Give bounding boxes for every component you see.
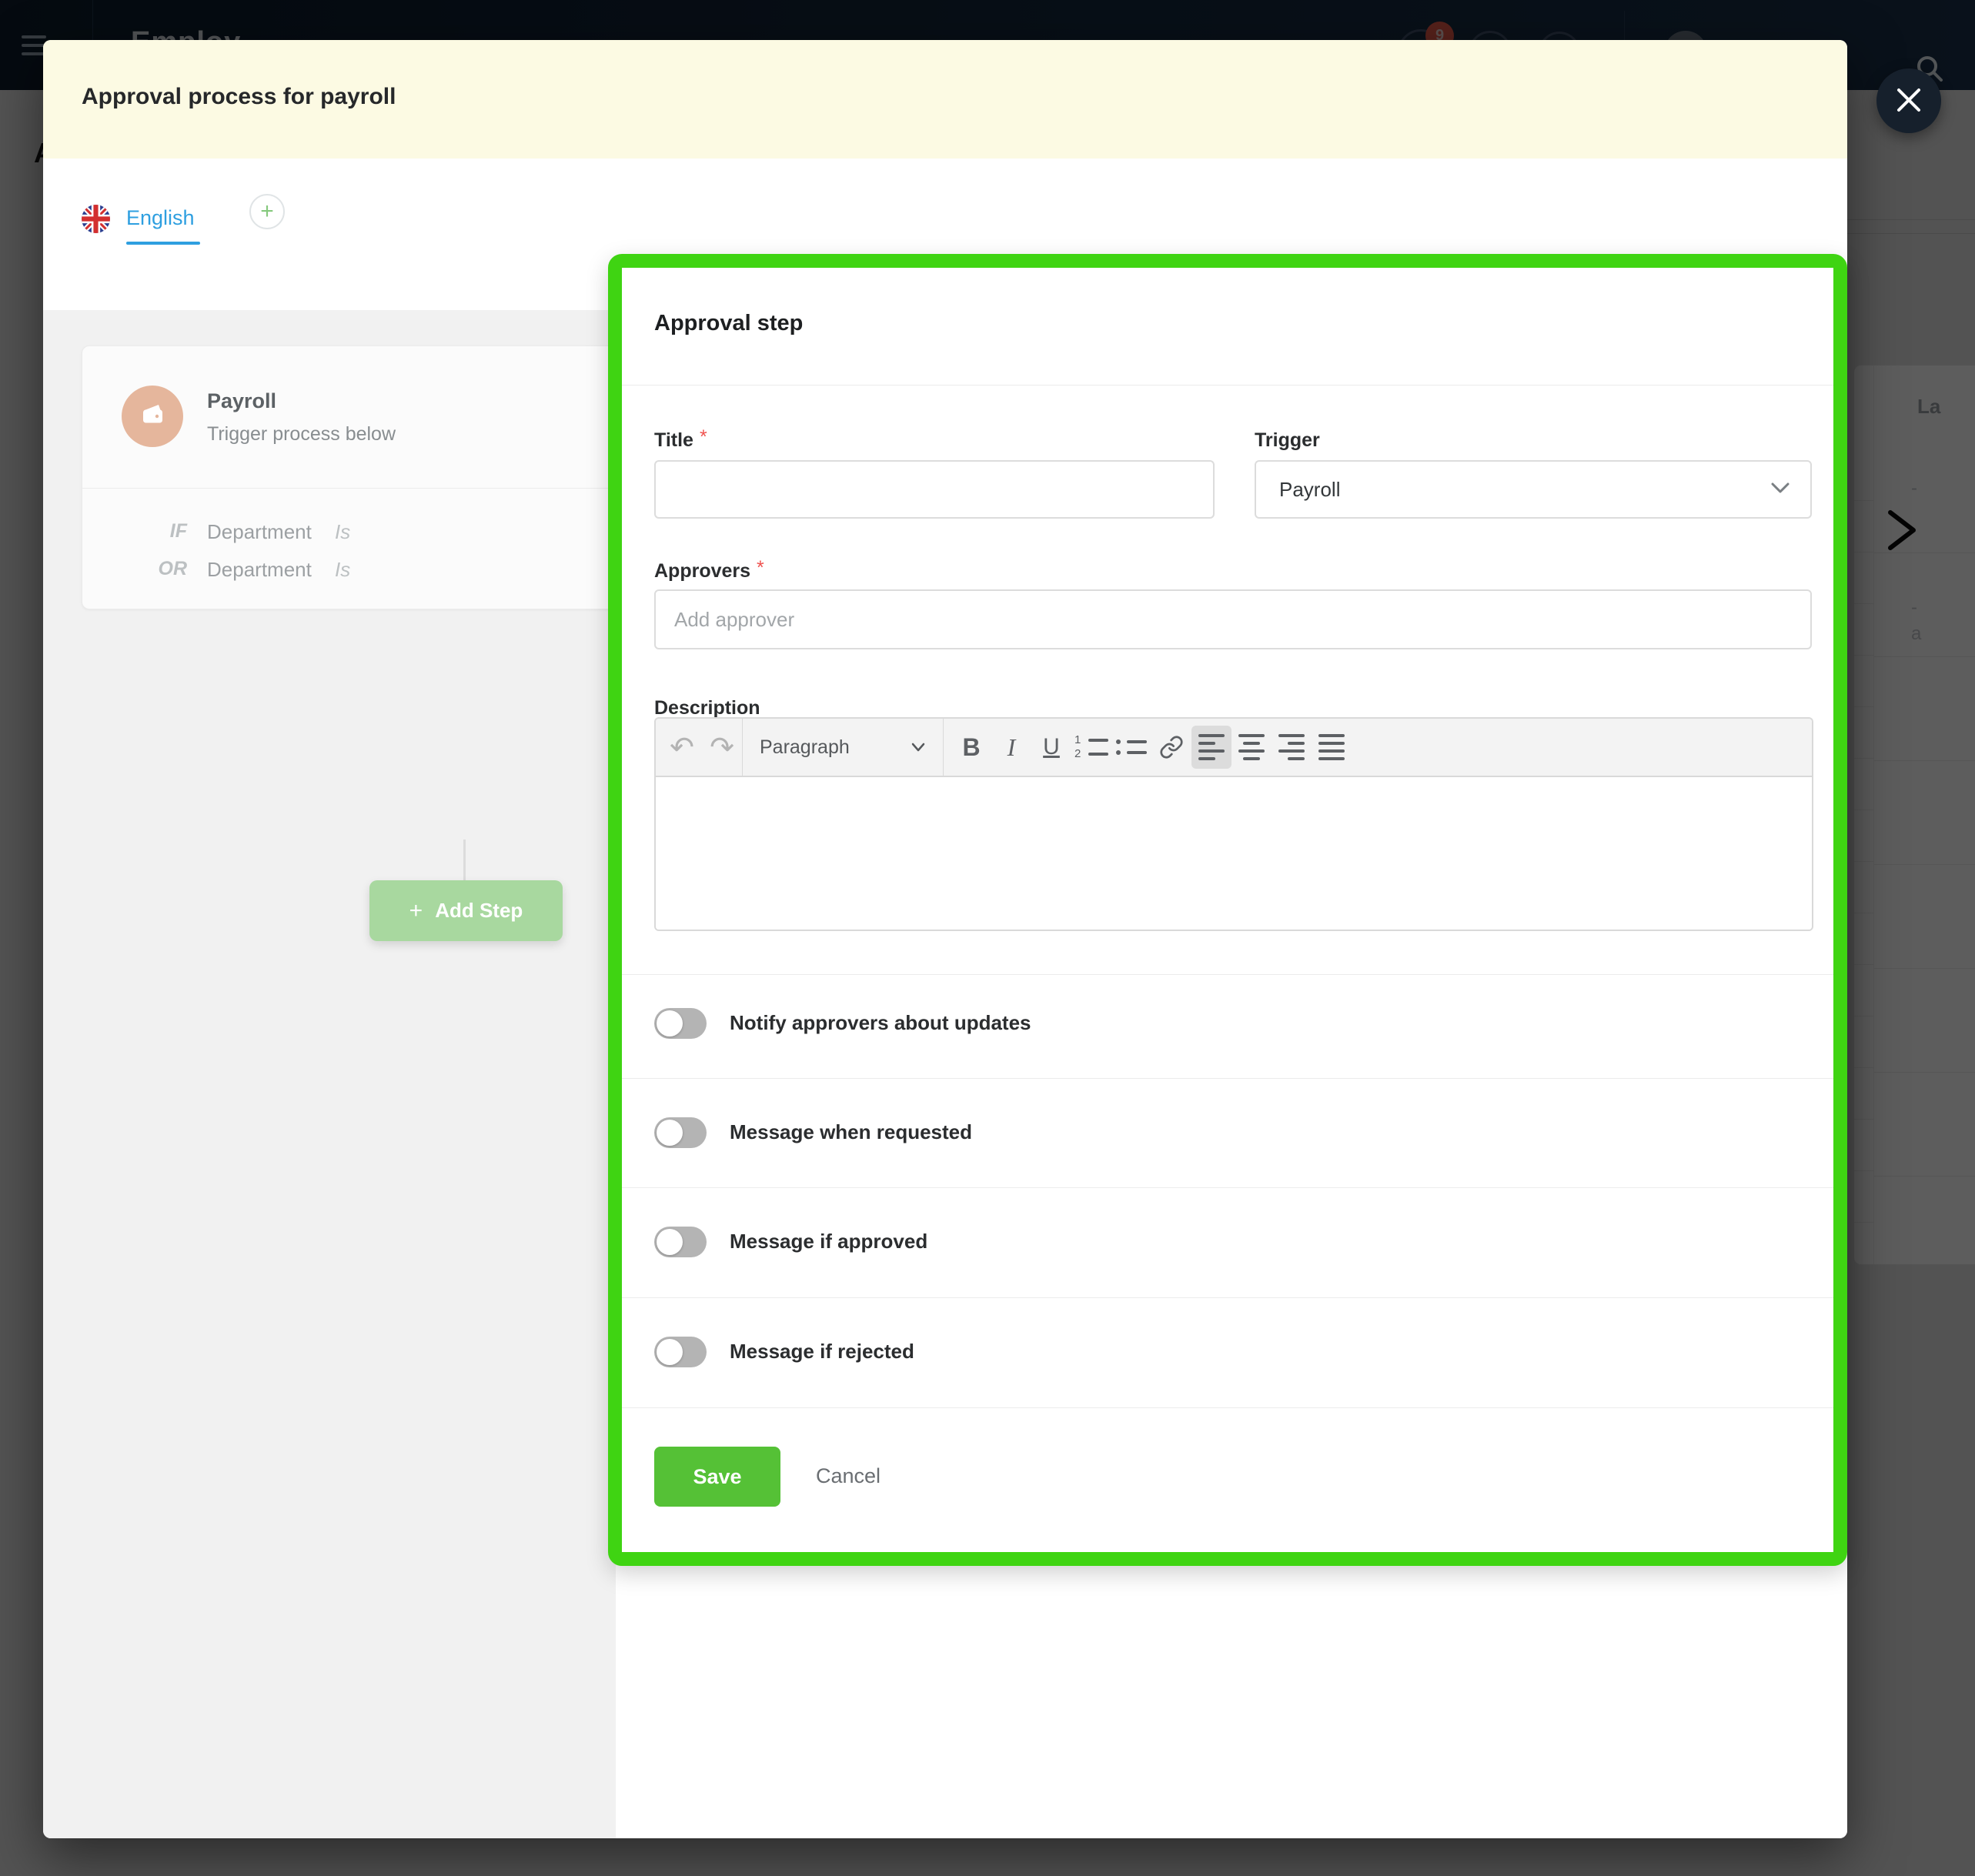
uk-flag-icon bbox=[82, 205, 110, 233]
description-editor: ↶ ↷ Paragraph B I U 1 2 bbox=[654, 717, 1813, 931]
divider bbox=[622, 385, 1833, 386]
panel-heading: Approval step bbox=[654, 311, 803, 336]
approval-step-panel: Approval step Title* Trigger Payroll App… bbox=[608, 254, 1847, 1566]
title-label: Title* bbox=[654, 429, 707, 452]
paragraph-style-dropdown[interactable]: Paragraph bbox=[743, 726, 943, 769]
bold-icon[interactable]: B bbox=[951, 726, 991, 769]
align-right-icon[interactable] bbox=[1272, 726, 1312, 769]
condition-field: Department bbox=[207, 558, 312, 582]
rich-text-toolbar: ↶ ↷ Paragraph B I U 1 2 bbox=[656, 719, 1812, 777]
message-if-approved-toggle[interactable] bbox=[654, 1227, 707, 1257]
description-label: Description bbox=[654, 697, 760, 719]
ordered-list-icon[interactable]: 1 2 bbox=[1071, 726, 1111, 769]
italic-icon[interactable]: I bbox=[991, 726, 1031, 769]
redo-icon[interactable]: ↷ bbox=[702, 726, 742, 769]
chevron-down-icon bbox=[911, 742, 926, 753]
trigger-card-title: Payroll bbox=[207, 389, 276, 413]
flow-connector-line bbox=[463, 840, 466, 880]
notify-approvers-toggle[interactable] bbox=[654, 1008, 707, 1039]
plus-icon: + bbox=[409, 898, 423, 924]
toggle-label: Message when requested bbox=[730, 1120, 972, 1144]
payroll-trigger-circle bbox=[122, 386, 183, 447]
close-icon bbox=[1894, 85, 1923, 117]
wallet-icon bbox=[137, 399, 168, 434]
title-input[interactable] bbox=[654, 460, 1215, 519]
condition-prefix: IF bbox=[82, 520, 187, 542]
modal-header: Approval process for payroll bbox=[43, 40, 1847, 159]
link-icon[interactable] bbox=[1151, 726, 1191, 769]
trigger-card-subtitle: Trigger process below bbox=[207, 423, 396, 446]
divider bbox=[622, 1297, 1833, 1298]
add-step-label: Add Step bbox=[435, 899, 523, 923]
divider bbox=[622, 1407, 1833, 1408]
process-canvas: Payroll Trigger process below IF Departm… bbox=[43, 310, 616, 1838]
bullet-list-icon[interactable] bbox=[1111, 726, 1151, 769]
underline-icon[interactable]: U bbox=[1031, 726, 1071, 769]
condition-row: OR Department Is bbox=[82, 558, 620, 586]
required-asterisk: * bbox=[700, 426, 707, 448]
approvers-input[interactable] bbox=[654, 589, 1812, 649]
screen: Employ 9 Approval La - - a bbox=[0, 0, 1975, 1876]
align-left-icon[interactable] bbox=[1191, 726, 1231, 769]
toggle-label: Message if approved bbox=[730, 1230, 927, 1253]
divider bbox=[622, 1187, 1833, 1188]
toggle-label: Notify approvers about updates bbox=[730, 1011, 1031, 1035]
trigger-label: Trigger bbox=[1255, 429, 1320, 452]
align-justify-icon[interactable] bbox=[1312, 726, 1352, 769]
message-if-rejected-toggle[interactable] bbox=[654, 1337, 707, 1367]
active-tab-indicator bbox=[126, 242, 200, 245]
divider bbox=[622, 1078, 1833, 1079]
close-button[interactable] bbox=[1876, 68, 1941, 133]
condition-field: Department bbox=[207, 520, 312, 544]
required-asterisk: * bbox=[757, 557, 764, 579]
toggle-label: Message if rejected bbox=[730, 1340, 914, 1364]
divider bbox=[82, 488, 620, 489]
add-step-button[interactable]: + Add Step bbox=[369, 880, 563, 941]
message-when-requested-toggle[interactable] bbox=[654, 1117, 707, 1148]
condition-prefix: OR bbox=[82, 558, 187, 580]
toolbar-divider bbox=[943, 718, 944, 776]
modal-title: Approval process for payroll bbox=[82, 84, 396, 110]
approvers-label: Approvers* bbox=[654, 560, 764, 582]
add-language-button[interactable]: + bbox=[249, 194, 285, 229]
divider bbox=[622, 974, 1833, 975]
description-textarea[interactable] bbox=[656, 777, 1812, 931]
align-center-icon[interactable] bbox=[1231, 726, 1272, 769]
condition-operator: Is bbox=[335, 558, 350, 582]
condition-operator: Is bbox=[335, 520, 350, 544]
trigger-selected-value: Payroll bbox=[1279, 478, 1340, 502]
trigger-card[interactable]: Payroll Trigger process below IF Departm… bbox=[82, 345, 620, 609]
chevron-down-icon bbox=[1770, 481, 1790, 499]
trigger-select[interactable]: Payroll bbox=[1255, 460, 1812, 519]
condition-row: IF Department Is bbox=[82, 520, 620, 548]
undo-icon[interactable]: ↶ bbox=[662, 726, 702, 769]
tab-language-english[interactable]: English bbox=[126, 206, 195, 230]
save-button[interactable]: Save bbox=[654, 1447, 780, 1507]
cancel-button[interactable]: Cancel bbox=[816, 1464, 881, 1488]
